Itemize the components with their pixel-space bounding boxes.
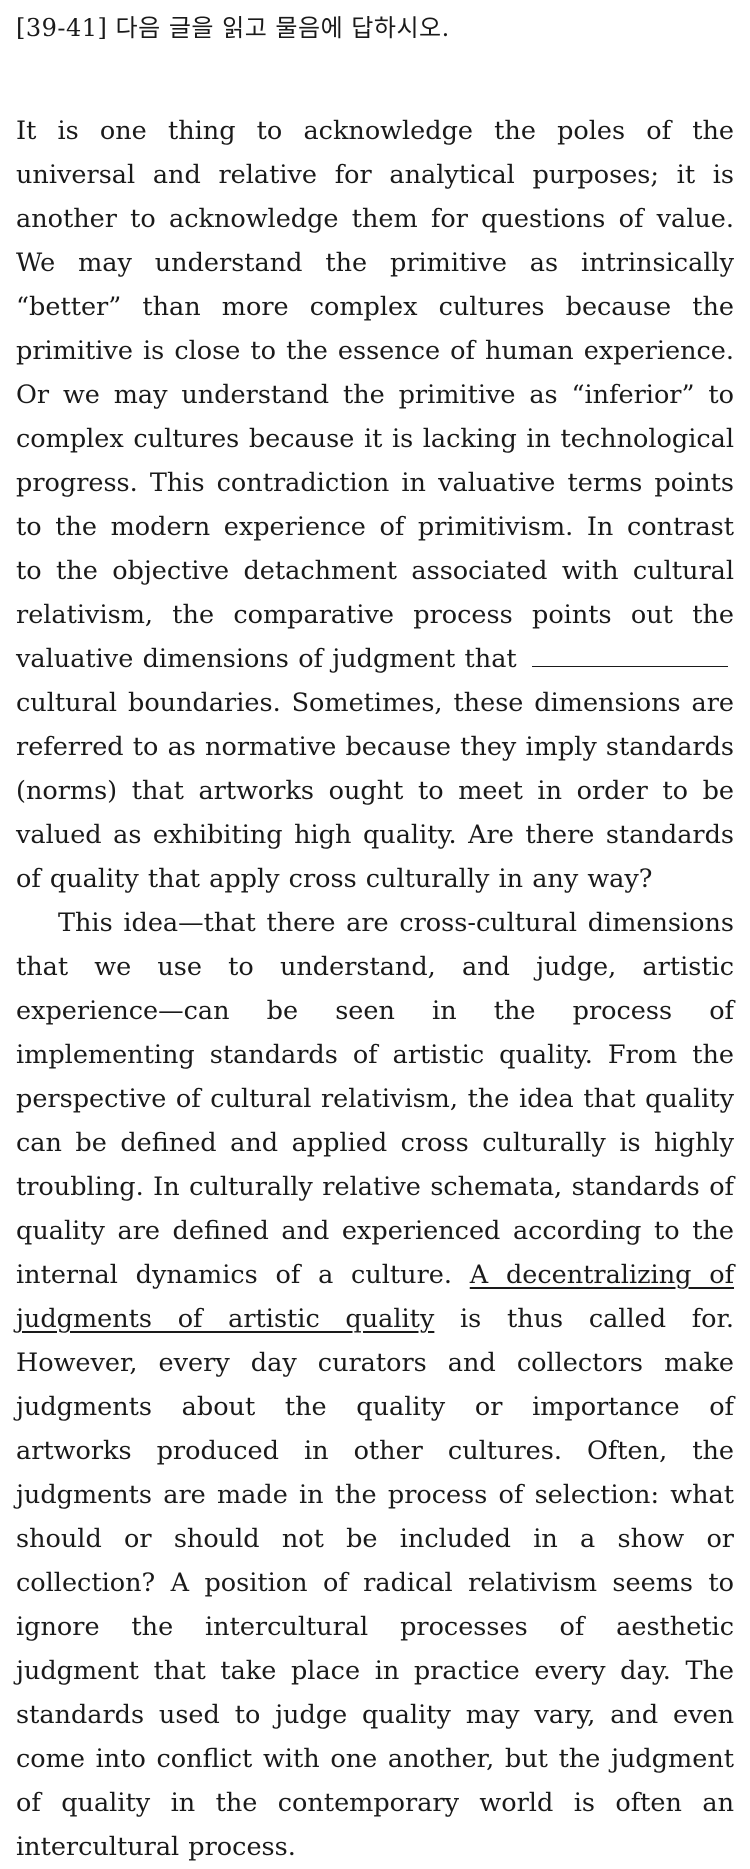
paragraph-2: This idea—that there are cross-cultural … <box>16 901 734 1869</box>
question-instruction: [39-41] 다음 글을 읽고 물음에 답하시오. <box>16 14 450 42</box>
exam-page: [39-41] 다음 글을 읽고 물음에 답하시오. It is one thi… <box>0 0 750 1862</box>
paragraph-2-text-before-underline: This idea—that there are cross-cultural … <box>16 908 734 1290</box>
reading-passage: It is one thing to acknowledge the poles… <box>16 109 734 1869</box>
paragraph-1-text-before-blank: It is one thing to acknowledge the poles… <box>16 116 734 674</box>
paragraph-2-text-after-underline: is thus called for. However, every day c… <box>16 1304 735 1862</box>
paragraph-1: It is one thing to acknowledge the poles… <box>16 109 734 901</box>
paragraph-1-text-after-blank: cultural boundaries. Sometimes, these di… <box>16 688 734 894</box>
answer-blank <box>532 640 728 667</box>
